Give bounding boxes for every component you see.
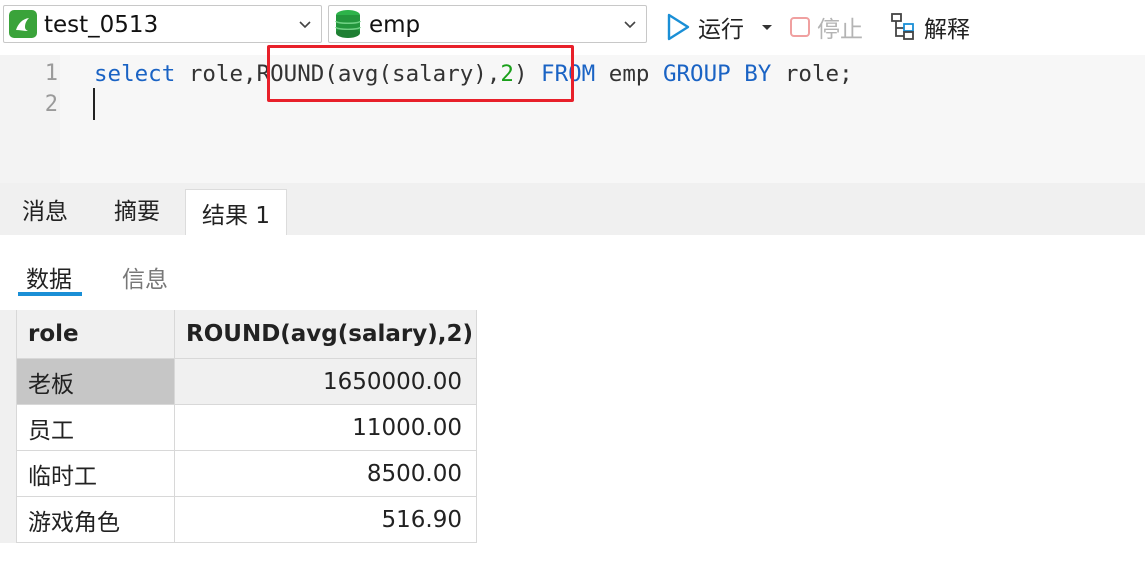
- tab-result-1[interactable]: 结果 1: [185, 189, 287, 235]
- run-dropdown-chevron-icon[interactable]: [760, 21, 774, 33]
- line-gutter: 1 2: [0, 55, 60, 183]
- data-subtabs: 数据 信息: [0, 235, 1145, 300]
- explain-icon: [891, 13, 914, 40]
- explain-button[interactable]: 解释: [890, 10, 970, 44]
- stop-label: 停止: [817, 17, 863, 43]
- tab-messages[interactable]: 消息: [0, 183, 90, 235]
- table-cell-value[interactable]: 8500.00: [175, 451, 477, 497]
- run-label: 运行: [698, 17, 744, 43]
- column-header-round[interactable]: ROUND(avg(salary),2): [175, 310, 477, 359]
- table-cell-value[interactable]: 1650000.00: [175, 359, 477, 405]
- explain-label: 解释: [924, 17, 970, 43]
- table-cell-role[interactable]: 老板: [17, 359, 175, 405]
- connection-name: test_0513: [44, 12, 159, 38]
- table-cell-value[interactable]: 516.90: [175, 497, 477, 543]
- table-cell-role[interactable]: 临时工: [17, 451, 175, 497]
- tab-summary[interactable]: 摘要: [90, 183, 184, 235]
- line-number: 1: [44, 61, 58, 86]
- table-cell-role[interactable]: 员工: [17, 405, 175, 451]
- play-icon: [667, 13, 690, 41]
- subtab-data[interactable]: 数据: [26, 260, 72, 294]
- database-select[interactable]: emp: [328, 5, 647, 43]
- run-button[interactable]: 运行: [665, 10, 744, 44]
- sql-keyword: GROUP BY: [662, 61, 772, 87]
- table-cell-role[interactable]: 游戏角色: [17, 497, 175, 543]
- subtab-info[interactable]: 信息: [122, 260, 168, 294]
- column-header-role[interactable]: role: [17, 310, 175, 359]
- sql-keyword: select: [94, 61, 176, 87]
- highlight-box: [267, 45, 574, 102]
- result-tabs: 消息 摘要 结果 1: [0, 183, 1145, 235]
- dolphin-icon: [9, 10, 37, 38]
- sql-identifier: role,: [175, 61, 257, 87]
- stop-button[interactable]: 停止: [790, 10, 863, 44]
- chevron-down-icon: [299, 21, 311, 29]
- line-number: 2: [44, 92, 58, 117]
- subtab-active-underline: [18, 292, 82, 296]
- sql-identifier: role;: [771, 61, 853, 87]
- database-icon: [334, 9, 362, 43]
- connection-select[interactable]: test_0513: [3, 5, 322, 43]
- text-caret: [93, 88, 95, 120]
- database-name: emp: [369, 12, 421, 38]
- stop-icon: [790, 17, 810, 37]
- table-cell-value[interactable]: 11000.00: [175, 405, 477, 451]
- row-header-strip: [0, 310, 17, 543]
- chevron-down-icon: [624, 21, 636, 29]
- sql-table: emp: [595, 61, 663, 87]
